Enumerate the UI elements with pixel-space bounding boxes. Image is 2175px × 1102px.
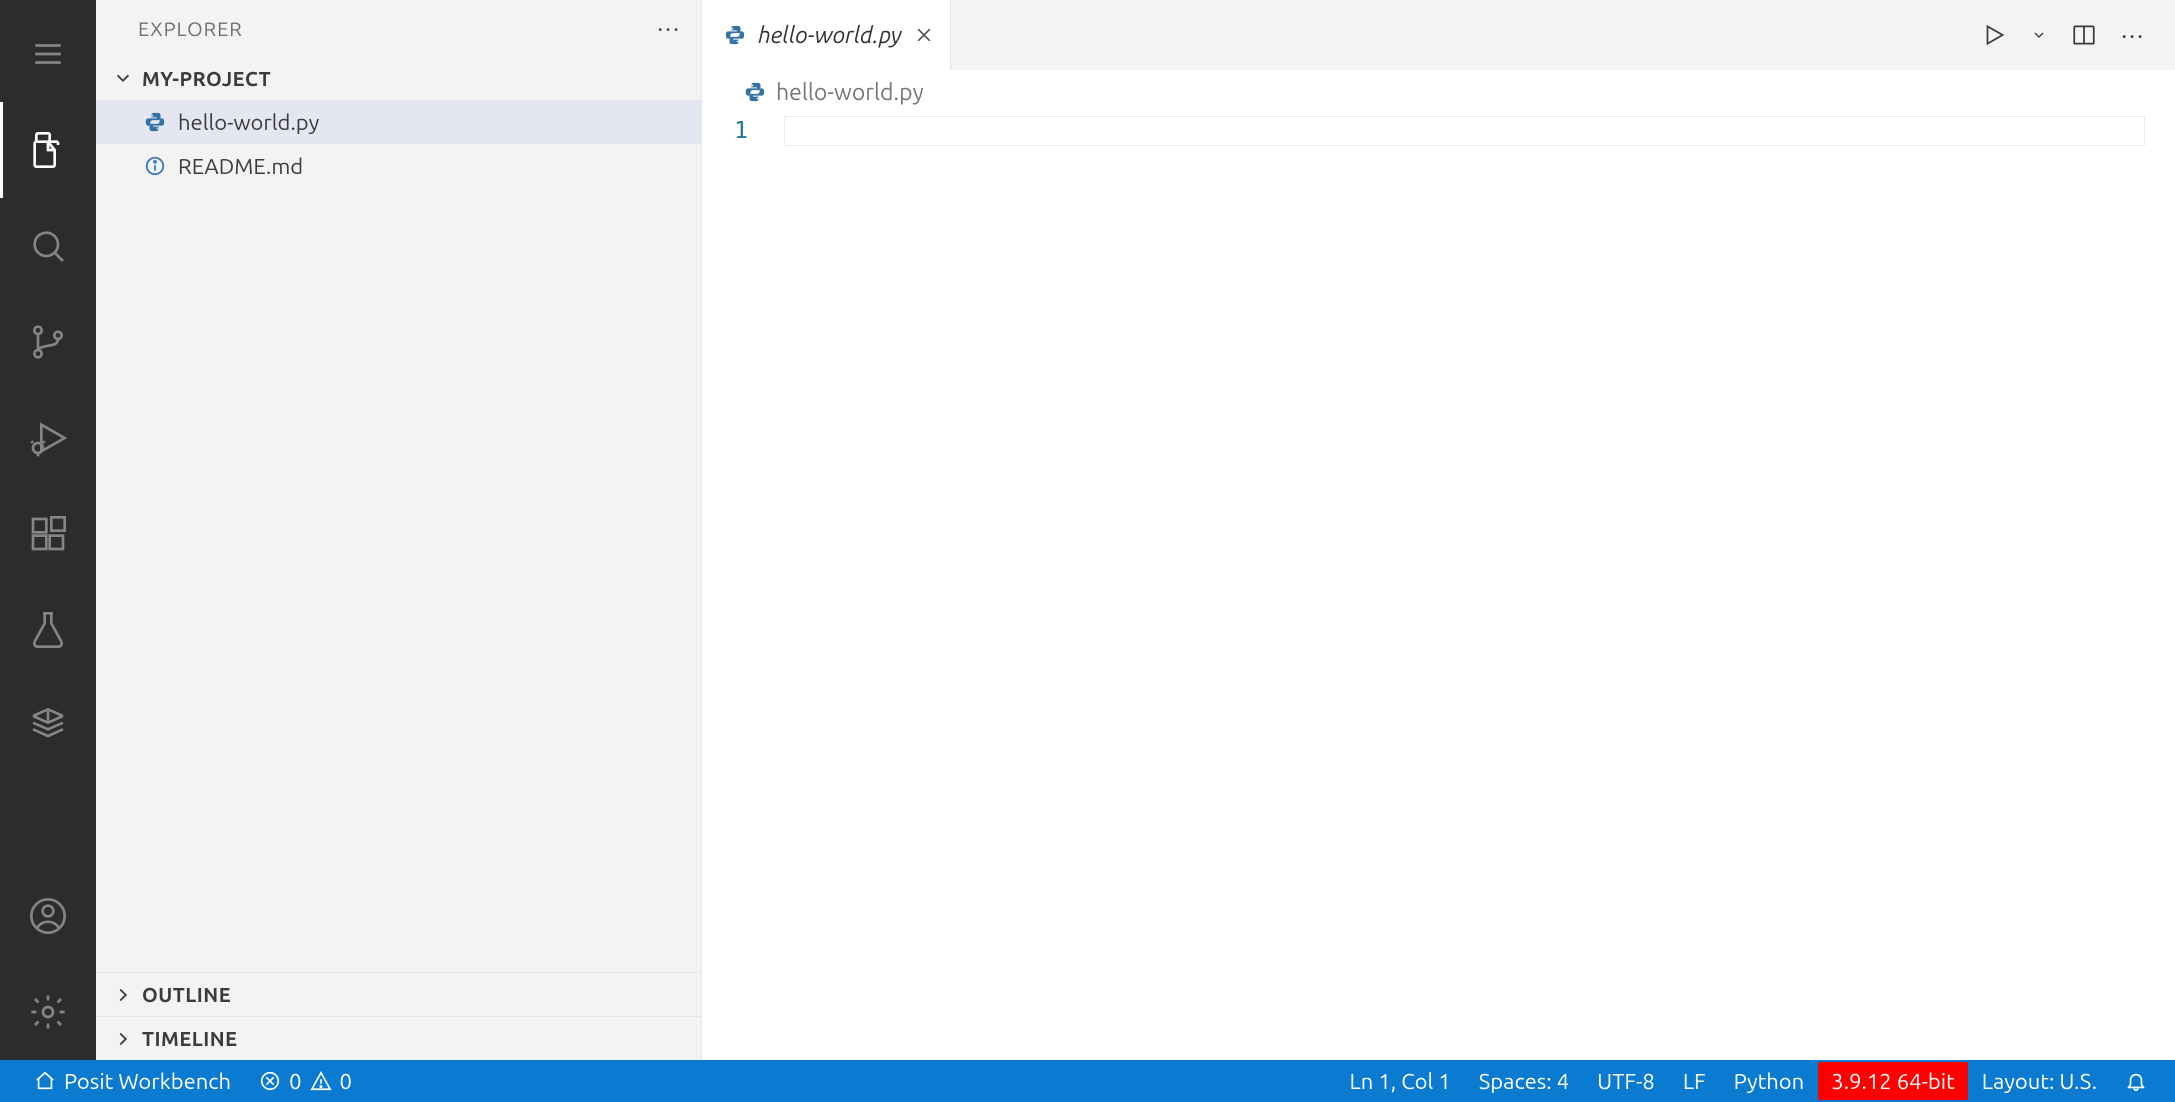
timeline-section[interactable]: TIMELINE (96, 1016, 701, 1060)
explorer-icon[interactable] (0, 102, 96, 198)
editor-body[interactable]: 1 (702, 114, 2175, 1060)
status-spaces[interactable]: Spaces: 4 (1465, 1060, 1583, 1102)
chevron-right-icon (112, 1028, 134, 1050)
chevron-down-icon (112, 67, 134, 89)
run-debug-icon[interactable] (0, 390, 96, 486)
timeline-label: TIMELINE (142, 1027, 238, 1050)
error-icon (259, 1070, 281, 1092)
status-encoding[interactable]: UTF-8 (1583, 1060, 1669, 1102)
info-file-icon (142, 155, 168, 177)
close-icon[interactable] (914, 25, 934, 45)
split-editor-icon[interactable] (2071, 22, 2097, 48)
line-number: 1 (702, 118, 748, 144)
chevron-right-icon (112, 984, 134, 1006)
outline-label: OUTLINE (142, 983, 231, 1006)
tab-hello-world[interactable]: hello-world.py (702, 0, 951, 70)
account-icon[interactable] (0, 868, 96, 964)
code-area[interactable] (784, 114, 2175, 1060)
sidebar-header: EXPLORER ··· (96, 0, 701, 56)
home-icon (34, 1070, 56, 1092)
sidebar-more-icon[interactable]: ··· (657, 15, 681, 42)
status-bar: Posit Workbench 0 0 Ln 1, Col 1 Spaces: … (0, 1060, 2175, 1102)
run-icon[interactable] (1981, 22, 2007, 48)
file-name: hello-world.py (178, 110, 319, 135)
status-problems[interactable]: 0 0 (245, 1060, 366, 1102)
warning-count: 0 (340, 1069, 352, 1094)
source-control-icon[interactable] (0, 294, 96, 390)
explorer-sidebar: EXPLORER ··· MY-PROJECT hello-world.py R… (96, 0, 702, 1060)
editor-more-icon[interactable]: ··· (2121, 22, 2145, 49)
project-folder-header[interactable]: MY-PROJECT (96, 56, 701, 100)
breadcrumb-file: hello-world.py (776, 80, 924, 105)
python-file-icon (744, 81, 766, 103)
editor-actions: ··· (1951, 0, 2175, 70)
outline-section[interactable]: OUTLINE (96, 972, 701, 1016)
file-tree: hello-world.py README.md (96, 100, 701, 972)
error-count: 0 (289, 1069, 301, 1094)
warning-icon (310, 1070, 332, 1092)
project-name: MY-PROJECT (142, 67, 271, 90)
extensions-icon[interactable] (0, 486, 96, 582)
menu-icon[interactable] (0, 6, 96, 102)
settings-gear-icon[interactable] (0, 964, 96, 1060)
status-bell[interactable] (2111, 1060, 2161, 1102)
editor-group: hello-world.py ··· (702, 0, 2175, 1060)
file-row-hello-world[interactable]: hello-world.py (96, 100, 701, 144)
tabs-row: hello-world.py ··· (702, 0, 2175, 70)
tab-filename: hello-world.py (758, 23, 902, 48)
status-cursor[interactable]: Ln 1, Col 1 (1336, 1060, 1465, 1102)
search-icon[interactable] (0, 198, 96, 294)
activity-bar (0, 0, 96, 1060)
status-layout[interactable]: Layout: U.S. (1968, 1060, 2111, 1102)
file-row-readme[interactable]: README.md (96, 144, 701, 188)
python-file-icon (724, 24, 746, 46)
flask-icon[interactable] (0, 582, 96, 678)
file-name: README.md (178, 154, 303, 179)
workbench-label: Posit Workbench (64, 1069, 231, 1094)
status-workbench[interactable]: Posit Workbench (20, 1060, 245, 1102)
connections-icon[interactable] (0, 678, 96, 774)
gutter: 1 (702, 114, 784, 1060)
status-interpreter[interactable]: 3.9.12 64-bit (1818, 1062, 1968, 1100)
status-language[interactable]: Python (1720, 1060, 1819, 1102)
bell-icon (2125, 1070, 2147, 1092)
sidebar-title: EXPLORER (138, 17, 657, 40)
run-dropdown-icon[interactable] (2031, 27, 2047, 43)
breadcrumb[interactable]: hello-world.py (702, 70, 2175, 114)
status-eol[interactable]: LF (1669, 1060, 1720, 1102)
current-line-highlight (784, 116, 2145, 146)
python-file-icon (142, 111, 168, 133)
